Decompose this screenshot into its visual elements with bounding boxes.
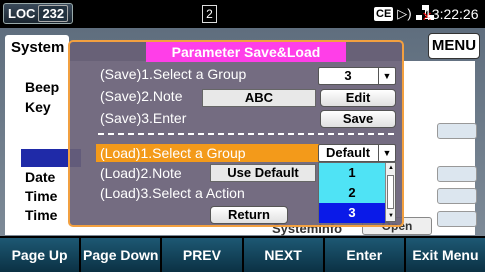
gpib-address: 232 [38,5,69,22]
chevron-down-icon: ▼ [378,145,395,161]
clock: 13:22:26 [424,6,479,22]
next-button[interactable]: NEXT [243,238,323,272]
softkey-bar: Page Up Page Down PREV NEXT Enter Exit M… [0,236,485,272]
tab-system[interactable]: System [5,35,69,61]
exit-menu-button[interactable]: Exit Menu [405,238,485,272]
load-group-value: Default [325,145,371,160]
side-button[interactable] [437,188,477,204]
scroll-up-icon[interactable]: ▲ [386,164,396,172]
load-group-dropdown[interactable]: Default ▼ [318,144,396,162]
time-label: Time [25,188,58,204]
load-group-dropdown-list[interactable]: 1 2 3 ▲ ▼ [318,162,396,223]
date-label: Date [25,169,56,185]
dialog-title: Parameter Save&Load [146,42,346,62]
dialog-divider [98,133,394,135]
page-indicator: 2 [202,5,217,23]
dropdown-option[interactable]: 1 [319,163,385,183]
save-enter-label: (Save)3.Enter [100,110,187,126]
save-group-dropdown[interactable]: 3 ▼ [318,67,396,85]
speaker-icon: ▷) [397,6,412,21]
time-label-2: Time [25,207,58,223]
load-select-group-label: (Load)1.Select a Group [100,145,246,161]
save-select-group-label: (Save)1.Select a Group [100,66,247,82]
save-group-value: 3 [344,68,352,83]
scroll-thumb[interactable] [387,175,394,209]
load-note-label: (Load)2.Note [100,165,182,181]
dropdown-option-selected[interactable]: 3 [319,203,385,223]
side-button[interactable] [437,123,477,139]
page-up-button[interactable]: Page Up [0,238,80,272]
scroll-down-icon[interactable]: ▼ [386,212,396,220]
enter-button[interactable]: Enter [324,238,404,272]
ce-badge-icon: CE [374,7,394,21]
beep-label: Beep [25,79,60,95]
save-note-field[interactable]: ABC [202,89,316,107]
load-select-action-label: (Load)3.Select a Action [100,185,245,201]
dropdown-option[interactable]: 2 [319,183,385,203]
status-bar: LOC 232 2 CE ▷) ✕ 13:22:26 [0,0,485,28]
side-button[interactable] [437,211,477,227]
save-note-label: (Save)2.Note [100,88,183,104]
load-note-field: Use Default [210,164,316,182]
edit-button[interactable]: Edit [320,89,396,107]
return-button[interactable]: Return [210,206,288,224]
chevron-down-icon: ▼ [378,68,395,84]
remote-local-indicator: LOC 232 [3,3,74,24]
dropdown-scrollbar[interactable]: ▲ ▼ [385,163,395,221]
key-label: Key [25,99,51,115]
save-button[interactable]: Save [320,110,396,128]
menu-button[interactable]: MENU [428,33,480,59]
loc-label: LOC [8,6,36,21]
page-down-button[interactable]: Page Down [81,238,161,272]
side-button[interactable] [437,166,477,182]
prev-button[interactable]: PREV [162,238,242,272]
